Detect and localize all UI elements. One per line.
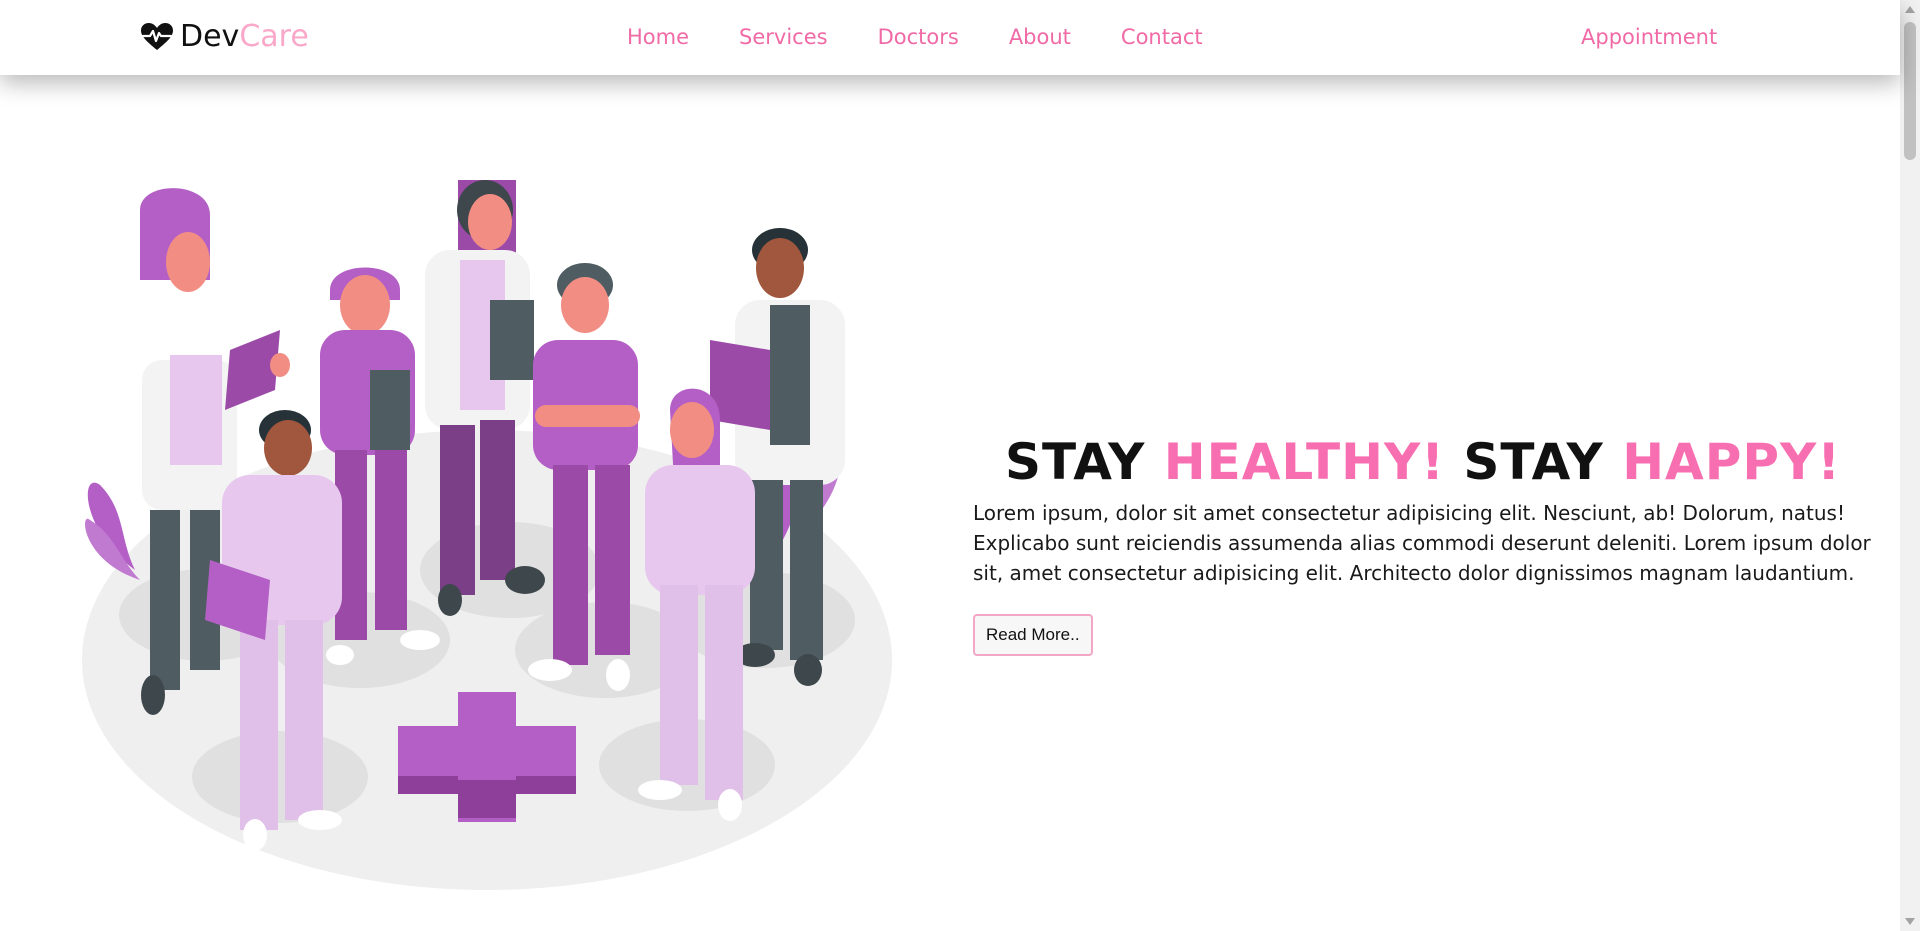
brand-name-dev: Dev — [180, 19, 240, 54]
nav-link-doctors[interactable]: Doctors — [878, 23, 959, 51]
nav-link-home[interactable]: Home — [627, 23, 689, 51]
nav-link-services[interactable]: Services — [739, 23, 828, 51]
hero-title-happy: HAPPY! — [1622, 433, 1842, 491]
scroll-down-icon[interactable] — [1905, 918, 1915, 925]
nav-link-contact[interactable]: Contact — [1121, 23, 1203, 51]
scroll-up-icon[interactable] — [1905, 6, 1915, 13]
heart-pulse-icon — [141, 23, 173, 50]
appointment-link[interactable]: Appointment — [1581, 23, 1717, 51]
brand-logo[interactable]: Dev Care — [140, 18, 309, 56]
nav-link-about[interactable]: About — [1009, 23, 1071, 51]
scroll-thumb[interactable] — [1904, 22, 1916, 160]
hero-description: Lorem ipsum, dolor sit amet consectetur … — [973, 501, 1871, 585]
brand-name-care: Care — [239, 19, 309, 54]
page: Dev Care Home Services Doctors About Cont… — [0, 0, 1920, 931]
page-scrollbar[interactable] — [1900, 0, 1920, 931]
hero-title-stay-1: STAY — [1004, 433, 1146, 491]
hero-title-stay-2: STAY — [1463, 433, 1604, 491]
medical-team-illustration — [82, 180, 892, 890]
hero-title: STAY HEALTHY! STAY HAPPY! — [973, 430, 1873, 494]
main-nav: Home Services Doctors About Contact — [627, 23, 1203, 51]
read-more-button[interactable]: Read More.. — [973, 614, 1093, 656]
hero-title-healthy: HEALTHY! — [1163, 433, 1445, 491]
navbar: Dev Care Home Services Doctors About Cont… — [0, 0, 1900, 75]
hero-text: STAY HEALTHY! STAY HAPPY! Lorem ipsum, d… — [973, 430, 1873, 656]
